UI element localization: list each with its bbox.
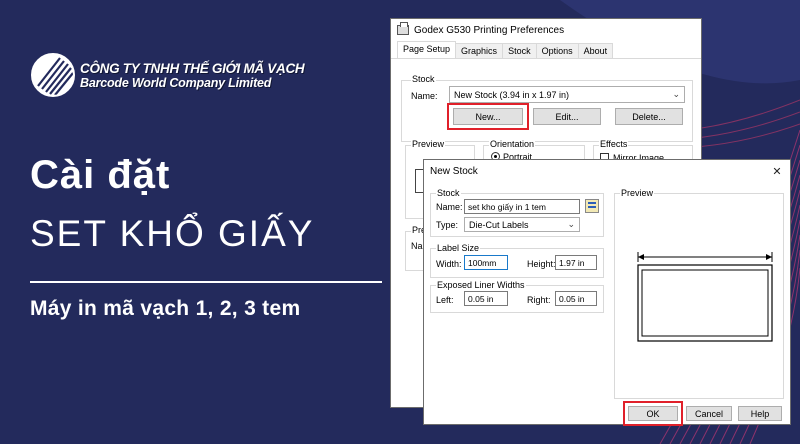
stock-name-select[interactable]: New Stock (3.94 in x 1.97 in) ⌄ — [449, 86, 685, 103]
new-stock-title: New Stock — [430, 165, 478, 177]
headline-subtitle: Máy in mã vạch 1, 2, 3 tem — [30, 297, 301, 320]
stock-name-label: Name: — [411, 91, 438, 101]
left-input[interactable]: 0.05 in — [464, 291, 508, 306]
preview-group-label: Preview — [411, 139, 446, 149]
partial-name-label: Na — [411, 241, 423, 251]
ns-type-label: Type: — [436, 220, 459, 230]
divider-line — [30, 281, 382, 283]
prefs-tab-bar: Page Setup Graphics Stock Options About — [391, 41, 701, 59]
new-button-highlight — [447, 103, 529, 130]
cancel-button[interactable]: Cancel — [686, 406, 732, 421]
tab-graphics[interactable]: Graphics — [455, 43, 504, 58]
prefs-title: Godex G530 Printing Preferences — [414, 24, 565, 36]
height-input[interactable]: 1.97 in — [555, 255, 597, 270]
stock-group-label: Stock — [411, 74, 436, 84]
height-label: Height: — [527, 259, 556, 269]
delete-stock-button[interactable]: Delete... — [615, 108, 683, 125]
printer-icon — [397, 22, 409, 35]
new-stock-dialog: New Stock ✕ Stock Name: set kho giấy in … — [423, 159, 791, 426]
right-input[interactable]: 0.05 in — [555, 291, 597, 306]
left-label: Left: — [436, 295, 454, 305]
insert-field-icon[interactable] — [585, 199, 599, 213]
headline-line1: Cài đặt — [30, 153, 171, 197]
ns-stock-group-label: Stock — [436, 188, 461, 198]
effects-group-label: Effects — [599, 139, 629, 149]
company-name-vn: CÔNG TY TNHH THẾ GIỚI MÃ VẠCH — [80, 60, 305, 76]
prefs-titlebar: Godex G530 Printing Preferences — [391, 19, 701, 41]
ns-type-value: Die-Cut Labels — [469, 219, 529, 230]
liner-group-label: Exposed Liner Widths — [436, 280, 526, 290]
ns-name-label: Name: — [436, 202, 463, 212]
ns-name-input[interactable]: set kho giấy in 1 tem — [464, 199, 580, 214]
chevron-down-icon: ⌄ — [567, 219, 575, 229]
tab-stock[interactable]: Stock — [502, 43, 537, 58]
banner: CÔNG TY TNHH THẾ GIỚI MÃ VẠCH Barcode Wo… — [0, 0, 800, 444]
new-stock-titlebar: New Stock ✕ — [424, 160, 790, 182]
company-logo: CÔNG TY TNHH THẾ GIỚI MÃ VẠCH Barcode Wo… — [30, 52, 305, 98]
tab-page-setup[interactable]: Page Setup — [397, 41, 457, 58]
ns-type-select[interactable]: Die-Cut Labels ⌄ — [464, 217, 580, 232]
label-size-group-label: Label Size — [436, 243, 481, 253]
right-label: Right: — [527, 295, 551, 305]
tab-about[interactable]: About — [577, 43, 614, 58]
label-preview-drawing — [637, 252, 773, 342]
headline-line2: SET KHỔ GIẤY — [30, 213, 315, 254]
chevron-down-icon: ⌄ — [672, 89, 680, 99]
globe-logo-icon — [31, 53, 75, 97]
ns-preview-group-label: Preview — [620, 188, 655, 198]
tab-options[interactable]: Options — [535, 43, 579, 58]
ok-button-highlight — [623, 401, 683, 426]
company-name-en: Barcode World Company Limited — [80, 75, 272, 90]
close-icon[interactable]: ✕ — [764, 165, 790, 178]
width-input[interactable]: 100mm — [464, 255, 508, 270]
stock-name-value: New Stock (3.94 in x 1.97 in) — [454, 89, 570, 100]
help-button[interactable]: Help — [738, 406, 782, 421]
width-label: Width: — [436, 259, 462, 269]
orientation-group-label: Orientation — [489, 139, 536, 149]
edit-stock-button[interactable]: Edit... — [533, 108, 601, 125]
